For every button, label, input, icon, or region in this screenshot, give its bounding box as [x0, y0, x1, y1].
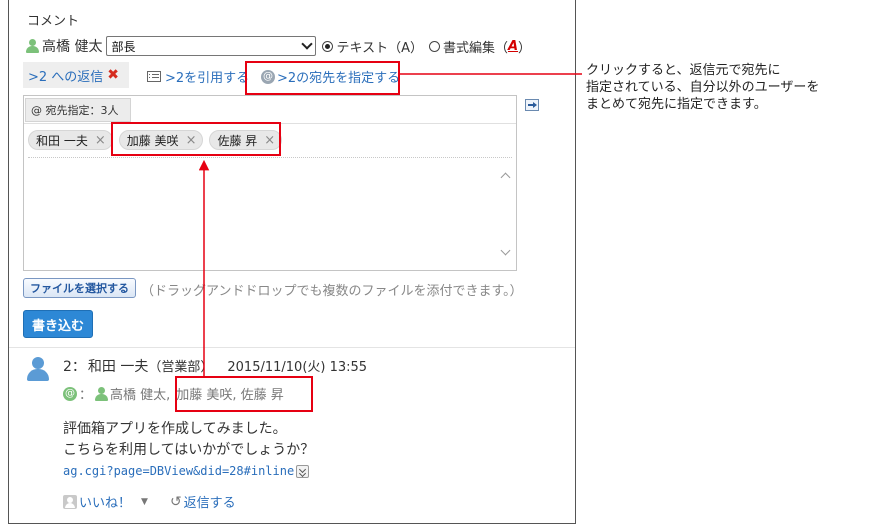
radio-text-format[interactable]: テキスト（A） — [322, 37, 423, 56]
recipient-chip: 和田 一夫 × — [28, 130, 113, 150]
chevron-down-icon — [302, 41, 312, 51]
post-body-line: こちらを利用してはいかがでしょうか？ — [63, 442, 315, 458]
radio-text-label: テキスト（A） — [336, 40, 423, 56]
callout-line: クリックすると、返信元で宛先に — [586, 63, 781, 78]
user-icon — [25, 39, 39, 53]
reply-to-tab[interactable]: >2 への返信 ✖ — [23, 62, 129, 88]
post-number: 2： — [63, 359, 86, 375]
callout-text: クリックすると、返信元で宛先に 指定されている、自分以外のユーザーを まとめて宛… — [586, 62, 884, 113]
like-button[interactable]: いいね！ — [79, 492, 131, 511]
editor-scrollbar[interactable] — [498, 158, 512, 266]
position-select[interactable]: 部長 — [106, 36, 317, 56]
submit-comment-button[interactable]: 書き込む — [23, 310, 93, 338]
at-icon: @ — [63, 386, 77, 401]
select-file-button[interactable]: ファイルを選択する — [23, 278, 136, 298]
radio-dot-selected — [322, 40, 334, 52]
callout-line: まとめて宛先に指定できます。 — [586, 97, 767, 112]
file-drop-hint: （ドラッグアンドドロップでも複数のファイルを添付できます。） — [141, 284, 523, 299]
recipient-count-tab[interactable]: @ 宛先指定：3人 — [25, 98, 131, 122]
radio-rich-format[interactable]: 書式編集（ A） — [428, 37, 532, 56]
highlight-box-link — [245, 61, 400, 95]
close-icon[interactable]: ✖ — [107, 67, 119, 83]
post-actions: いいね！ ▼ ↺ 返信する — [63, 492, 236, 511]
user-icon — [94, 386, 109, 401]
chevron-up-icon[interactable] — [499, 170, 511, 182]
like-icon — [63, 494, 77, 509]
reply-icon: ↺ — [169, 493, 182, 510]
post-timestamp: 2015/11/10(火) 13:55 — [227, 360, 368, 375]
recipient-header: @ 宛先指定：3人 — [24, 96, 516, 124]
recipients-colon: ： — [79, 388, 93, 403]
callout-line: 指定されている、自分以外のユーザーを — [586, 80, 820, 95]
radio-dot — [428, 40, 440, 52]
post-link-row: ag.cgi?page=DBView&did=28#inline — [63, 461, 310, 482]
divider — [9, 347, 575, 348]
recipient-current-user[interactable]: 高橋 健太, — [110, 384, 170, 403]
expand-icon[interactable] — [525, 99, 539, 111]
quote-icon — [147, 71, 161, 82]
divider — [28, 157, 512, 158]
quote-link[interactable]: >2を引用する — [147, 67, 249, 86]
recipient-chip-label: 和田 一夫 — [36, 133, 88, 148]
radio-rich-label: 書式編集（ — [442, 40, 508, 56]
position-select-value: 部長 — [111, 39, 136, 54]
post-department: （営業部） — [148, 360, 214, 375]
comment-title: コメント — [27, 14, 80, 29]
post-body: 評価箱アプリを作成してみました。 こちらを利用してはいかがでしょうか？ ag.c… — [63, 419, 314, 482]
reply-button[interactable]: 返信する — [184, 492, 236, 511]
rich-format-a-icon: A — [507, 38, 519, 54]
post-author[interactable]: 和田 一夫 — [88, 356, 148, 376]
post-link[interactable]: ag.cgi?page=DBView&did=28#inline — [63, 461, 294, 482]
remove-icon[interactable]: × — [95, 133, 106, 148]
expand-more-icon[interactable] — [296, 465, 310, 478]
radio-rich-close: ） — [518, 40, 532, 56]
post-body-line: 評価箱アプリを作成してみました。 — [63, 421, 287, 437]
comment-user-row: 高橋 健太 部長 テキスト（A） 書式編集（ A） — [25, 36, 531, 56]
caret-down-icon[interactable]: ▼ — [141, 497, 148, 507]
highlight-box-chips — [111, 122, 281, 156]
avatar — [25, 356, 51, 382]
highlight-box-recipients — [175, 376, 313, 412]
post-header: 2： 和田 一夫 （営業部） 2015/11/10(火) 13:55 — [63, 356, 367, 376]
reply-to-label: >2 への返信 — [28, 69, 104, 85]
chevron-down-icon[interactable] — [499, 246, 511, 258]
quote-link-label: >2を引用する — [165, 71, 250, 86]
current-user-name: 高橋 健太 — [42, 39, 103, 55]
